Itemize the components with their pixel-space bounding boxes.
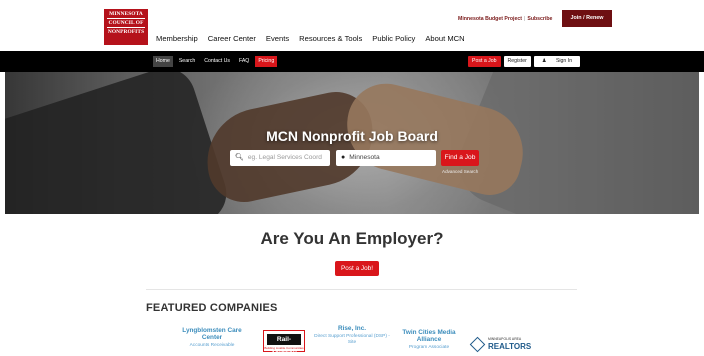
realtors-wordmark: REALTORS xyxy=(488,342,532,351)
subnav-home[interactable]: Home xyxy=(153,56,173,67)
keyword-placeholder: eg. Legal Services Coord xyxy=(247,154,322,161)
company-twin-cities-media-alliance[interactable]: Twin Cities Media Alliance Program Assoc… xyxy=(396,329,462,351)
find-job-button[interactable]: Find a Job xyxy=(441,150,479,166)
subscribe-link[interactable]: Subscribe xyxy=(527,16,552,22)
nav-events[interactable]: Events xyxy=(266,34,289,43)
location-search-input[interactable]: ● Minnesota xyxy=(336,150,436,166)
logo-line-3: NONPROFITS xyxy=(107,29,145,35)
site-header: MINNESOTA COUNCIL OF NONPROFITS Membersh… xyxy=(0,0,704,45)
company-job: Direct Support Professional (DSP) - Site xyxy=(314,334,390,345)
company-minneapolis-realtors-logo[interactable]: MINNEAPOLIS AREA REALTORS xyxy=(469,335,532,355)
user-icon: ♟ xyxy=(541,58,548,64)
employer-heading: Are You An Employer? xyxy=(260,229,444,248)
company-lyngblomsten[interactable]: Lyngblomsten Care Center Accounts Receiv… xyxy=(178,327,246,349)
subnav-faq[interactable]: FAQ xyxy=(236,56,252,67)
featured-companies-heading: FEATURED COMPANIES xyxy=(146,302,278,314)
nav-resources-tools[interactable]: Resources & Tools xyxy=(299,34,362,43)
keyword-search-input[interactable]: 🔍︎ eg. Legal Services Coord xyxy=(230,150,330,166)
company-rail-volution-logo[interactable]: Rail-Volution Building Livable Communiti… xyxy=(263,330,305,354)
subnav-pricing[interactable]: Pricing xyxy=(255,56,278,67)
location-pin-icon: ● xyxy=(341,154,346,161)
company-name: Twin Cities Media Alliance xyxy=(402,329,456,343)
subnav-search[interactable]: Search xyxy=(176,56,198,67)
company-rise-inc[interactable]: Rise, Inc. Direct Support Professional (… xyxy=(312,325,392,346)
hero-title: MCN Nonprofit Job Board xyxy=(266,128,438,144)
nav-public-policy[interactable]: Public Policy xyxy=(372,34,415,43)
post-job-top-button[interactable]: Post a Job xyxy=(468,56,501,67)
subnav-contact[interactable]: Contact Us xyxy=(201,56,233,67)
nav-career-center[interactable]: Career Center xyxy=(208,34,256,43)
utility-separator: | xyxy=(524,16,526,22)
join-renew-button[interactable]: Join / Renew xyxy=(562,10,612,27)
budget-project-link[interactable]: Minnesota Budget Project xyxy=(458,16,522,22)
rail-volution-tagline: Building Livable Communities xyxy=(264,346,304,350)
logo-line-1: MINNESOTA xyxy=(109,11,143,17)
nav-about-mcn[interactable]: About MCN xyxy=(425,34,464,43)
job-board-nav: Home Search Contact Us FAQ Pricing Post … xyxy=(0,51,704,72)
account-links: Post a Job Register ♟ Sign In xyxy=(468,56,581,67)
company-job: Accounts Receivable xyxy=(189,343,235,348)
realtors-subtitle: MINNEAPOLIS AREA xyxy=(488,337,522,341)
nav-membership[interactable]: Membership xyxy=(156,34,198,43)
rail-volution-wordmark: Rail-Volution xyxy=(267,334,301,354)
job-board-links: Home Search Contact Us FAQ Pricing xyxy=(153,56,278,67)
location-value: Minnesota xyxy=(349,154,380,161)
logo-rule xyxy=(107,27,145,28)
company-name: Rise, Inc. xyxy=(337,325,367,332)
utility-links: Minnesota Budget Project | Subscribe xyxy=(458,16,552,22)
register-button[interactable]: Register xyxy=(503,56,531,67)
advanced-search-link[interactable]: Advanced Search xyxy=(442,169,478,174)
company-job: Program Associate xyxy=(408,345,450,350)
logo-line-2: COUNCIL OF xyxy=(108,20,144,26)
post-job-button[interactable]: Post a Job! xyxy=(335,261,379,276)
logo-rule xyxy=(107,18,145,19)
main-nav: Membership Career Center Events Resource… xyxy=(156,34,465,43)
realtors-diamond-icon xyxy=(469,336,486,353)
sign-in-label: Sign In xyxy=(555,58,573,64)
search-icon: 🔍︎ xyxy=(235,154,244,161)
section-divider xyxy=(146,289,577,290)
mcn-logo[interactable]: MINNESOTA COUNCIL OF NONPROFITS xyxy=(104,9,148,45)
sign-in-button[interactable]: ♟ Sign In xyxy=(533,56,581,67)
company-name: Lyngblomsten Care Center xyxy=(182,327,242,341)
